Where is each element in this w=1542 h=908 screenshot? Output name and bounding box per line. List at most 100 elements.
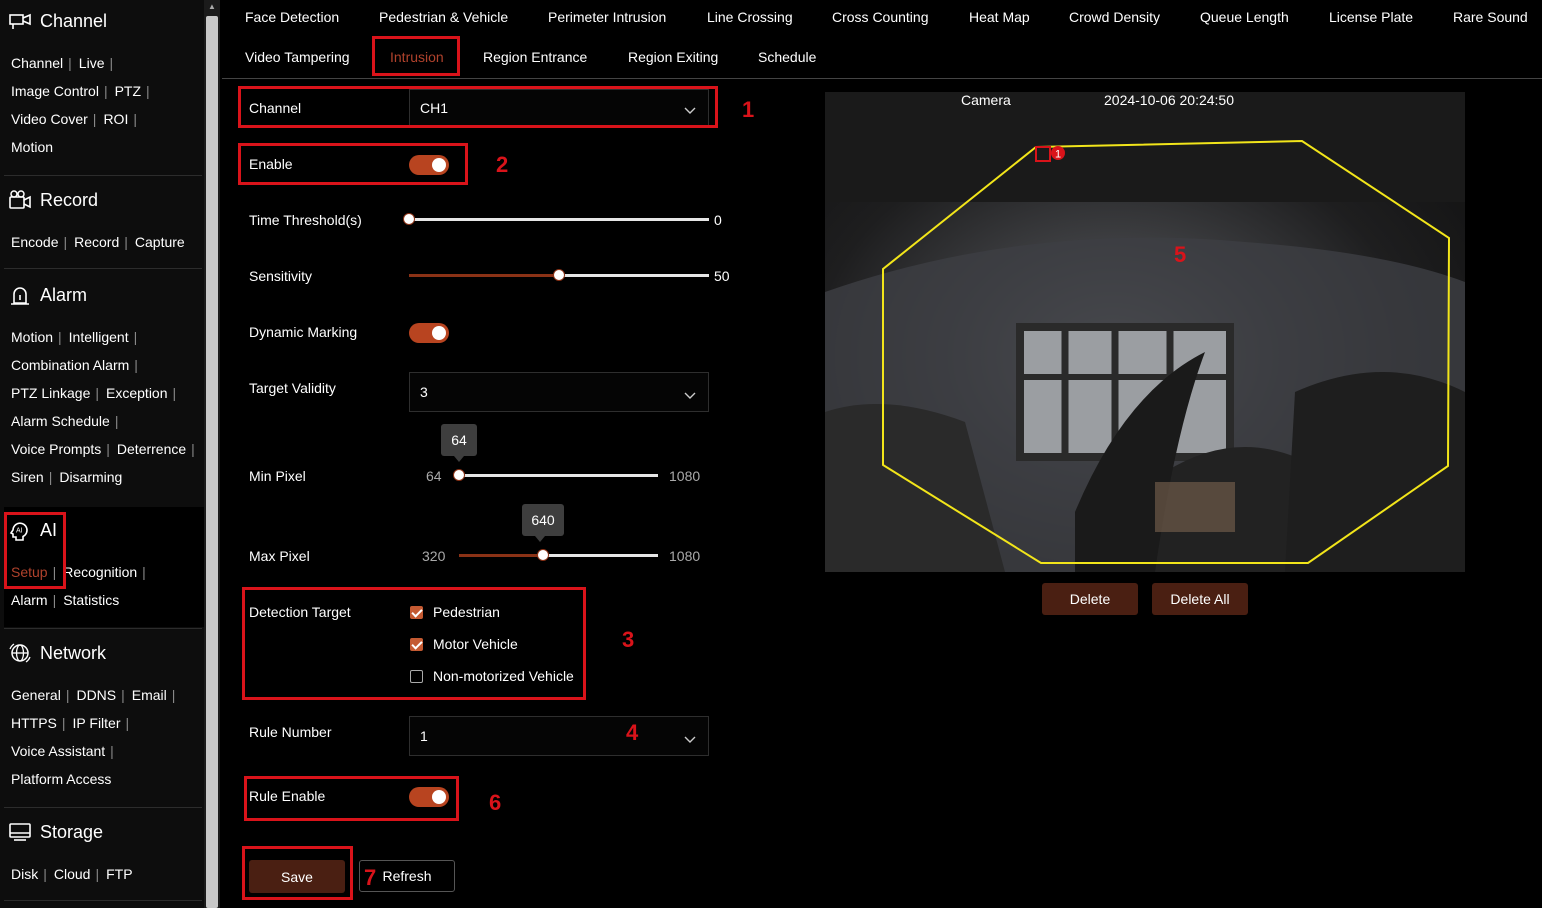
sidebar-links-storage: Disk | Cloud | FTP	[11, 860, 206, 888]
sidebar-link-disarming[interactable]: Disarming	[59, 469, 122, 485]
sidebar-link-motion[interactable]: Motion	[11, 139, 53, 155]
sidebar-link-voice-prompts[interactable]: Voice Prompts	[11, 441, 101, 457]
sidebar-section-network[interactable]: Network	[8, 639, 106, 667]
sidebar-link-platform-access[interactable]: Platform Access	[11, 771, 111, 787]
record-icon	[8, 188, 32, 212]
sidebar-link-ip-filter[interactable]: IP Filter	[73, 715, 121, 731]
sidebar-scrollbar[interactable]: ▲	[204, 0, 220, 908]
scroll-up-icon[interactable]: ▲	[208, 2, 216, 11]
rule-number-select[interactable]: 1	[409, 716, 709, 756]
sidebar-link-motion[interactable]: Motion	[11, 329, 53, 345]
sidebar-section-storage[interactable]: Storage	[8, 818, 103, 846]
slider-thumb[interactable]	[553, 269, 565, 281]
tab-schedule[interactable]: Schedule	[758, 49, 816, 65]
sidebar-link-row: Motion	[11, 133, 206, 161]
tab-pedestrian-vehicle[interactable]: Pedestrian & Vehicle	[379, 9, 508, 25]
sidebar-link-combination-alarm[interactable]: Combination Alarm	[11, 357, 129, 373]
alarm-icon	[8, 283, 32, 307]
rule-number-label: Rule Number	[249, 724, 332, 740]
target-validity-label: Target Validity	[249, 380, 336, 396]
slider-thumb[interactable]	[453, 469, 465, 481]
tab-crowd-density[interactable]: Crowd Density	[1069, 9, 1160, 25]
dynamic-marking-toggle[interactable]	[409, 323, 449, 343]
delete-all-button[interactable]: Delete All	[1152, 583, 1248, 615]
sensitivity-value: 50	[714, 268, 730, 284]
tab-license-plate[interactable]: License Plate	[1329, 9, 1413, 25]
sidebar-link-channel[interactable]: Channel	[11, 55, 63, 71]
tab-rare-sound[interactable]: Rare Sound	[1453, 9, 1528, 25]
delete-button[interactable]: Delete	[1042, 583, 1138, 615]
sensitivity-slider[interactable]	[409, 269, 709, 281]
max-pixel-min: 320	[422, 548, 446, 564]
sidebar-link-encode[interactable]: Encode	[11, 234, 58, 250]
sidebar-section-title: Storage	[40, 821, 104, 842]
min-pixel-slider[interactable]	[453, 469, 658, 481]
sidebar-link-email[interactable]: Email	[132, 687, 167, 703]
camera-preview[interactable]: Camera 2024-10-06 20:24:50 1 5	[825, 92, 1465, 572]
highlight-box-rule-enable	[244, 776, 459, 821]
sidebar-link-ptz-linkage[interactable]: PTZ Linkage	[11, 385, 90, 401]
tab-heat-map[interactable]: Heat Map	[969, 9, 1030, 25]
scrollbar-thumb[interactable]	[206, 16, 218, 908]
sidebar-link-general[interactable]: General	[11, 687, 61, 703]
sidebar-link-ptz[interactable]: PTZ	[115, 83, 141, 99]
tab-video-tampering[interactable]: Video Tampering	[245, 49, 350, 65]
sidebar-link-siren[interactable]: Siren	[11, 469, 44, 485]
region-start-marker[interactable]	[1035, 146, 1051, 162]
link-separator: |	[58, 329, 62, 345]
annotation-number: 7	[364, 865, 377, 890]
link-separator: |	[43, 866, 47, 882]
sidebar-link-voice-assistant[interactable]: Voice Assistant	[11, 743, 105, 759]
sidebar-link-exception[interactable]: Exception	[106, 385, 167, 401]
tab-queue-length[interactable]: Queue Length	[1200, 9, 1289, 25]
sidebar-section-title: Channel	[40, 10, 108, 31]
sidebar-link-row: Alarm Schedule |	[11, 407, 206, 435]
tab-cross-counting[interactable]: Cross Counting	[832, 9, 929, 25]
sidebar-link-cloud[interactable]: Cloud	[54, 866, 91, 882]
sidebar-link-alarm-schedule[interactable]: Alarm Schedule	[11, 413, 110, 429]
slider-thumb[interactable]	[536, 549, 549, 561]
tab-perimeter-intrusion[interactable]: Perimeter Intrusion	[548, 9, 666, 25]
sidebar-link-deterrence[interactable]: Deterrence	[117, 441, 186, 457]
sidebar-section-channel[interactable]: Channel	[8, 7, 107, 35]
channel-icon	[8, 9, 32, 33]
sidebar-link-recognition[interactable]: Recognition	[63, 564, 137, 580]
sidebar-link-roi[interactable]: ROI	[103, 111, 128, 127]
link-separator: |	[172, 385, 177, 401]
sidebar-link-alarm[interactable]: Alarm	[11, 592, 48, 608]
target-validity-select[interactable]: 3	[409, 372, 709, 412]
highlight-box-enable	[238, 143, 468, 185]
tab-face-detection[interactable]: Face Detection	[245, 9, 339, 25]
sidebar-link-row: Siren | Disarming	[11, 463, 206, 491]
sidebar-section-record[interactable]: Record	[8, 186, 98, 214]
sidebar-section-alarm[interactable]: Alarm	[8, 281, 87, 309]
sidebar-link-record[interactable]: Record	[74, 234, 119, 250]
link-separator: |	[125, 715, 130, 731]
sidebar-link-row: Voice Assistant |	[11, 737, 206, 765]
sidebar-link-image-control[interactable]: Image Control	[11, 83, 99, 99]
tab-region-exiting[interactable]: Region Exiting	[628, 49, 718, 65]
min-pixel-max: 1080	[669, 468, 701, 484]
sidebar-link-ddns[interactable]: DDNS	[76, 687, 116, 703]
time-threshold-slider[interactable]	[403, 213, 709, 225]
sidebar-link-disk[interactable]: Disk	[11, 866, 38, 882]
sidebar-links-record: Encode | Record | Capture	[11, 228, 206, 256]
sidebar-link-live[interactable]: Live	[79, 55, 105, 71]
sidebar-link-capture[interactable]: Capture	[135, 234, 185, 250]
sidebar-link-statistics[interactable]: Statistics	[63, 592, 119, 608]
sidebar-link-intelligent[interactable]: Intelligent	[69, 329, 129, 345]
max-pixel-slider[interactable]	[459, 549, 658, 561]
sidebar-link-https[interactable]: HTTPS	[11, 715, 57, 731]
sidebar-link-ftp[interactable]: FTP	[106, 866, 132, 882]
detection-region-polygon[interactable]	[882, 139, 1451, 564]
slider-thumb[interactable]	[403, 213, 415, 225]
annotation-number: 2	[496, 152, 509, 177]
slider-fill	[409, 274, 559, 277]
link-separator: |	[92, 111, 97, 127]
sidebar-link-video-cover[interactable]: Video Cover	[11, 111, 88, 127]
link-separator: |	[52, 592, 57, 608]
sidebar-link-row: Encode | Record | Capture	[11, 228, 206, 256]
detection-region-overlay[interactable]: 1	[825, 92, 1465, 572]
tab-line-crossing[interactable]: Line Crossing	[707, 9, 793, 25]
tab-region-entrance[interactable]: Region Entrance	[483, 49, 587, 65]
